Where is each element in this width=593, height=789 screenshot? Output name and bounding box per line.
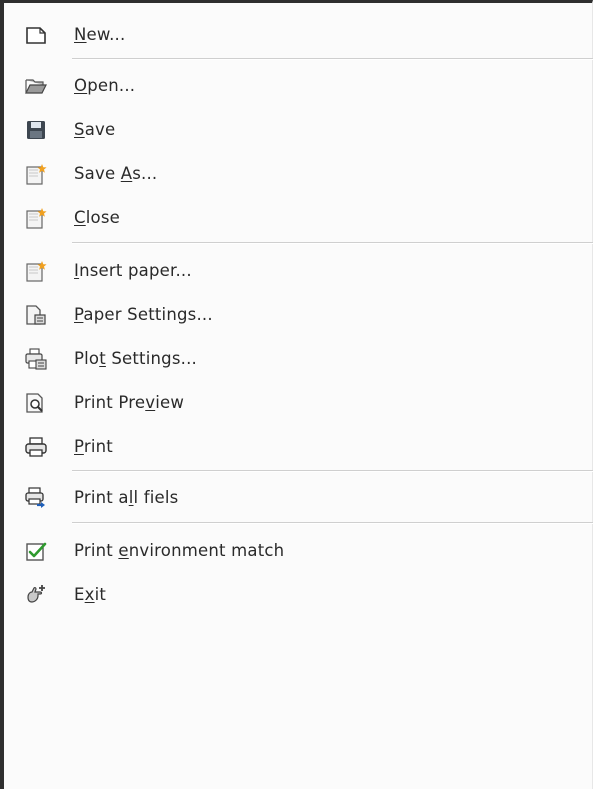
mnemonic-letter: t (99, 349, 106, 368)
mnemonic-letter: N (74, 25, 87, 44)
new-sheet-icon (25, 207, 47, 229)
menu-item-label: Print (74, 437, 113, 456)
menu-item-plot-settings[interactable]: Plot Settings... (4, 339, 593, 379)
file-menu: New... Open... Save Save As... Close Ins… (0, 0, 593, 789)
menu-item-label: Close (74, 208, 120, 227)
menu-item-print[interactable]: Print (4, 427, 593, 467)
menu-item-label: Paper Settings... (74, 305, 213, 324)
mnemonic-letter: e (118, 541, 129, 560)
menu-item-new[interactable]: New... (4, 15, 593, 55)
menu-item-label: Print all fiels (74, 488, 179, 507)
menu-item-label: Print Preview (74, 393, 185, 412)
mnemonic-letter: l (128, 488, 134, 507)
mnemonic-letter: C (74, 208, 86, 227)
print-preview-icon (25, 392, 47, 414)
menu-item-save[interactable]: Save (4, 110, 593, 150)
batch-print-icon (25, 487, 47, 509)
mnemonic-letter: P (74, 437, 84, 456)
menu-item-label: Print environment match (74, 541, 285, 560)
menu-item-label: Save (74, 120, 116, 139)
new-sheet-icon (25, 260, 47, 282)
menu-item-label: Plot Settings... (74, 349, 197, 368)
exit-hand-icon (25, 584, 47, 606)
menu-item-open[interactable]: Open... (4, 66, 593, 106)
new-document-icon (25, 24, 47, 46)
menu-item-label: Save As... (74, 164, 158, 183)
mnemonic-letter: A (120, 164, 133, 183)
menu-item-insert-paper[interactable]: Insert paper... (4, 251, 593, 291)
new-sheet-icon (25, 163, 47, 185)
floppy-disk-icon (25, 119, 47, 141)
mnemonic-letter: v (145, 393, 156, 412)
mnemonic-letter: S (74, 120, 85, 139)
menu-item-label: New... (74, 25, 126, 44)
open-folder-icon (25, 75, 47, 97)
menu-separator (72, 470, 593, 472)
checkbox-check-icon (25, 540, 47, 562)
menu-item-label: Insert paper... (74, 261, 192, 280)
printer-icon (25, 436, 47, 458)
menu-separator (72, 242, 593, 244)
menu-item-print-preview[interactable]: Print Preview (4, 383, 593, 423)
mnemonic-letter: x (84, 585, 95, 604)
mnemonic-letter: I (74, 261, 80, 280)
menu-item-exit[interactable]: Exit (4, 575, 593, 615)
menu-separator (72, 58, 593, 60)
menu-item-paper-settings[interactable]: Paper Settings... (4, 295, 593, 335)
page-setup-icon (25, 304, 47, 326)
menu-item-print-all-fiels[interactable]: Print all fiels (4, 478, 593, 518)
menu-item-save-as[interactable]: Save As... (4, 154, 593, 194)
menu-item-print-environment-match[interactable]: Print environment match (4, 531, 593, 571)
mnemonic-letter: O (74, 76, 88, 95)
menu-item-close[interactable]: Close (4, 198, 593, 238)
menu-separator (72, 522, 593, 524)
menu-item-label: Exit (74, 585, 107, 604)
mnemonic-letter: P (74, 305, 84, 324)
menu-item-label: Open... (74, 76, 136, 95)
printer-setup-icon (25, 348, 47, 370)
